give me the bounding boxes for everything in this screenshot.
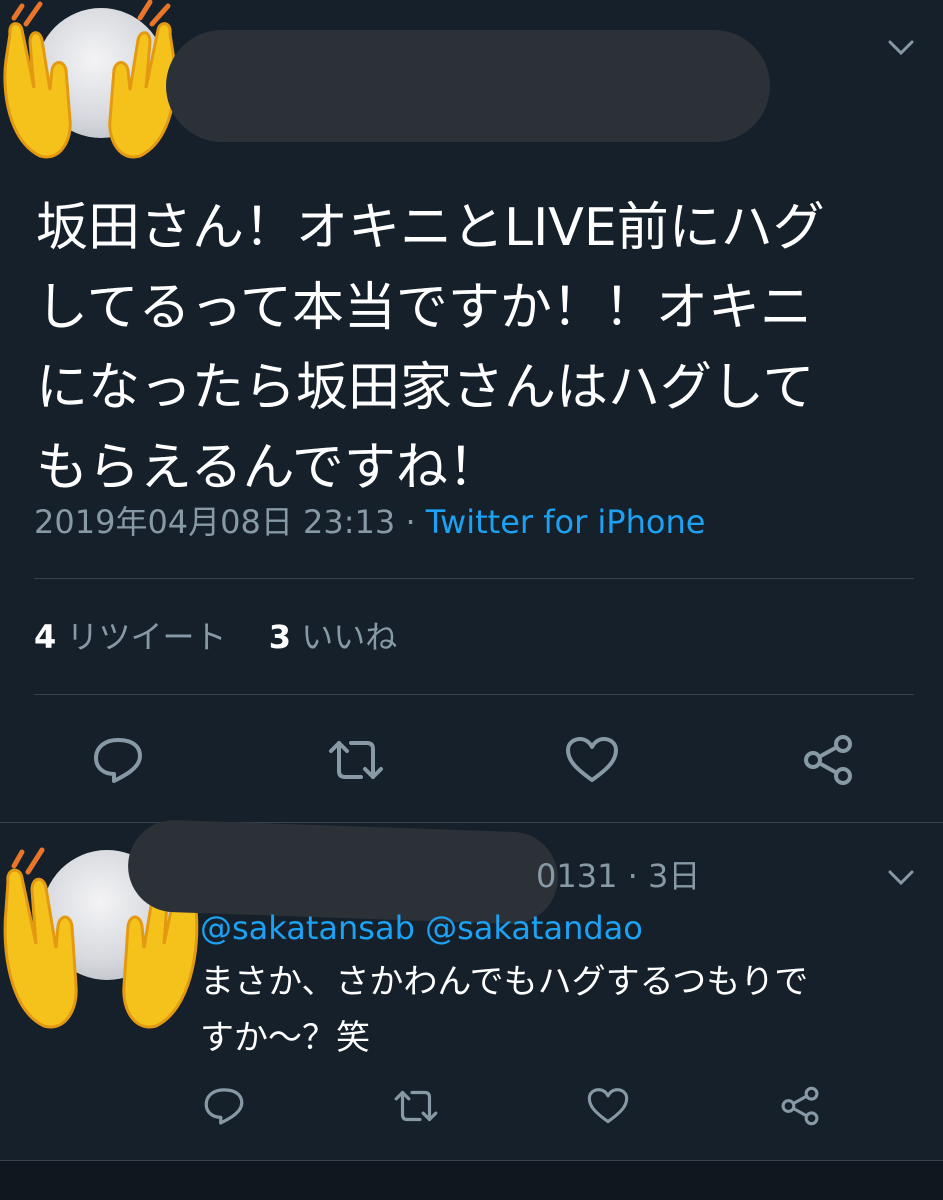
tweet-timestamp: 2019年04月08日 23:13: [34, 503, 396, 541]
reply-icon: [204, 1088, 244, 1125]
retweet-stat[interactable]: 4 リツイート: [34, 618, 237, 656]
raised-hands-emoji-sticker: [3, 0, 177, 159]
divider: [34, 694, 914, 695]
reply-time: 3日: [647, 857, 701, 895]
tweet-source-link[interactable]: Twitter for iPhone: [426, 503, 706, 541]
share-icon: [804, 735, 852, 785]
like-count: 3: [268, 618, 292, 656]
reply-handle-suffix: 0131: [536, 857, 618, 895]
tweet-stats: 4 リツイート 3 いいね: [34, 614, 397, 660]
timeline-gap: [0, 1161, 943, 1200]
reply-mentions[interactable]: @sakatansab @sakatandao: [200, 906, 643, 950]
like-button[interactable]: [560, 730, 624, 790]
reply-header: 0131 · 3日: [536, 854, 700, 898]
retweet-count: 4: [34, 618, 57, 656]
reply-text: まさか、さかわんでもハグするつもりで すか〜？笑: [200, 954, 920, 1066]
tweet-meta: 2019年04月08日 23:13 · Twitter for iPhone: [34, 500, 705, 544]
heart-icon: [566, 737, 618, 782]
share-icon: [781, 1086, 819, 1126]
retweet-label: リツイート: [66, 618, 227, 656]
like-button[interactable]: [582, 1082, 634, 1130]
chevron-down-icon[interactable]: [886, 868, 916, 888]
tweet-text: 坂田さん！オキニとLIVE前にハグ してるって本当ですか！！オキニ になったら坂…: [36, 188, 916, 508]
share-button[interactable]: [796, 730, 860, 790]
reply-text-line: まさか、さかわんでもハグするつもりで: [200, 962, 809, 1002]
reply-text-line: すか〜？笑: [200, 1018, 370, 1058]
section-divider: [0, 822, 943, 823]
meta-separator: ·: [395, 503, 426, 541]
tweet-text-line: 坂田さん！オキニとLIVE前にハグ: [36, 198, 825, 258]
retweet-icon: [329, 741, 383, 779]
retweet-icon: [394, 1090, 438, 1122]
reply-icon: [94, 738, 142, 783]
retweet-button[interactable]: [324, 730, 388, 790]
meta-separator: ·: [617, 857, 648, 895]
like-label: いいね: [301, 618, 398, 656]
tweet-text-line: もらえるんですね！: [36, 438, 500, 498]
redacted-username: [166, 30, 770, 142]
chevron-down-icon[interactable]: [886, 38, 916, 58]
share-button[interactable]: [774, 1082, 826, 1130]
reply-button[interactable]: [198, 1082, 250, 1130]
tweet-text-line: してるって本当ですか！！オキニ: [36, 278, 812, 338]
retweet-button[interactable]: [390, 1082, 442, 1130]
divider: [34, 578, 914, 579]
reply-button[interactable]: [88, 730, 148, 790]
heart-icon: [587, 1088, 629, 1124]
tweet-text-line: になったら坂田家さんはハグして: [36, 358, 815, 418]
like-stat[interactable]: 3 いいね: [269, 618, 397, 656]
